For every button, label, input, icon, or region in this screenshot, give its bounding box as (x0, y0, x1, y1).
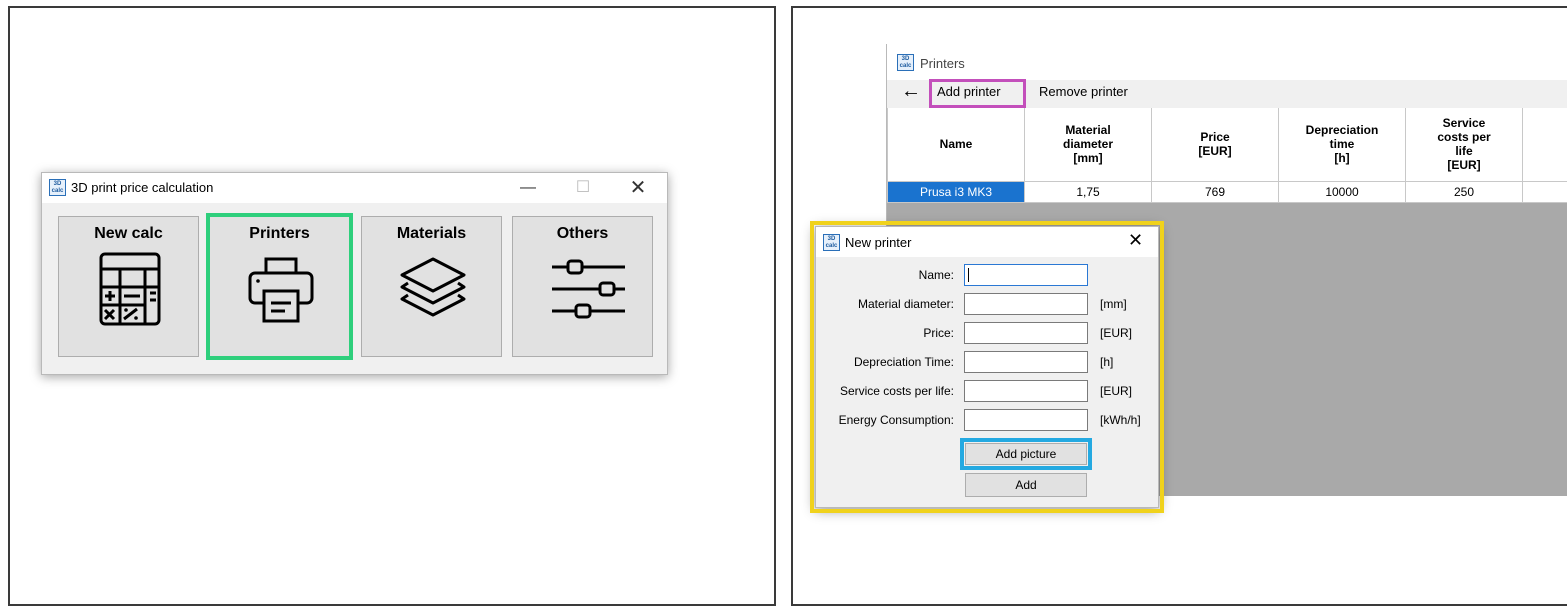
header-name[interactable]: Name (888, 108, 1025, 181)
main-window: 3Dcalc 3D print price calculation — ☐ ✕ … (41, 172, 668, 375)
close-button[interactable]: ✕ (615, 173, 661, 203)
printers-window-title: Printers (920, 56, 965, 71)
new-calc-label: New calc (59, 225, 198, 243)
others-label: Others (513, 225, 652, 243)
remove-printer-button[interactable]: Remove printer (1039, 84, 1128, 99)
dialog-highlight (810, 221, 1164, 513)
cell-depreciation-time[interactable]: 10000 (1279, 181, 1406, 202)
main-window-titlebar: 3Dcalc 3D print price calculation — ☐ ✕ (42, 173, 667, 203)
main-window-title: 3D print price calculation (71, 180, 213, 195)
others-button[interactable]: Others (512, 216, 653, 357)
new-calc-button[interactable]: New calc (58, 216, 199, 357)
add-printer-highlight (929, 79, 1026, 108)
header-price[interactable]: Price [EUR] (1152, 108, 1279, 181)
table-header-row: Name Material diameter [mm] Price [EUR] … (888, 108, 1567, 181)
cell-name[interactable]: Prusa i3 MK3 (888, 181, 1025, 202)
printers-table: Name Material diameter [mm] Price [EUR] … (887, 108, 1567, 203)
cell-price[interactable]: 769 (1152, 181, 1279, 202)
printers-titlebar: 3Dcalc Printers (887, 44, 1567, 80)
cell-service-costs[interactable]: 250 (1406, 181, 1523, 202)
header-service-costs[interactable]: Service costs per life [EUR] (1406, 108, 1523, 181)
printers-app-icon: 3Dcalc (897, 54, 914, 71)
calculator-icon (95, 251, 165, 327)
maximize-button[interactable]: ☐ (560, 173, 606, 203)
back-arrow-icon[interactable]: ← (901, 80, 921, 103)
app-icon: 3Dcalc (49, 179, 66, 196)
left-panel: 3Dcalc 3D print price calculation — ☐ ✕ … (8, 6, 776, 606)
header-depreciation-time[interactable]: Depreciation time [h] (1279, 108, 1406, 181)
table-row[interactable]: Prusa i3 MK3 1,75 769 10000 250 (888, 181, 1567, 202)
header-empty (1523, 108, 1567, 181)
sliders-icon (541, 251, 625, 327)
materials-button[interactable]: Materials (361, 216, 502, 357)
right-panel: 3Dcalc Printers ← Add printer Remove pri… (791, 6, 1567, 606)
printers-highlight (206, 213, 353, 360)
header-material-diameter[interactable]: Material diameter [mm] (1025, 108, 1152, 181)
minimize-button[interactable]: — (505, 173, 551, 203)
cell-empty (1523, 181, 1567, 202)
materials-label: Materials (362, 225, 501, 243)
layers-icon (398, 251, 468, 327)
cell-material-diameter[interactable]: 1,75 (1025, 181, 1152, 202)
